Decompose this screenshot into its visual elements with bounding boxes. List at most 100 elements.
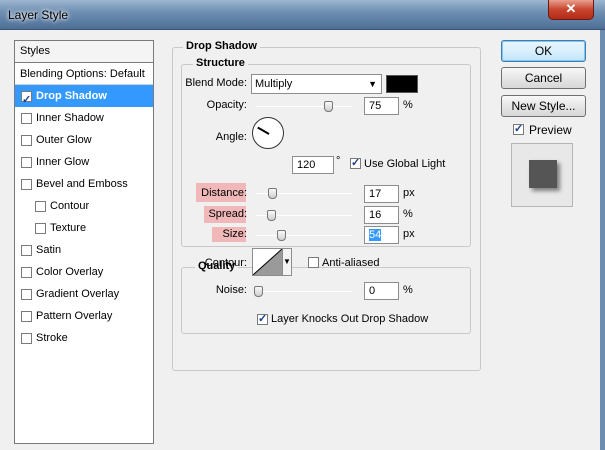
structure-title: Structure xyxy=(193,57,248,69)
ok-button[interactable]: OK xyxy=(501,40,586,62)
opacity-field[interactable]: 75 xyxy=(364,97,399,115)
chevron-down-icon[interactable]: ▼ xyxy=(282,249,291,275)
style-item-contour[interactable]: Contour xyxy=(15,195,153,217)
style-item-label: Stroke xyxy=(36,332,68,344)
spread-slider[interactable] xyxy=(256,210,352,221)
style-item-label: Gradient Overlay xyxy=(36,288,120,300)
style-item-label: Satin xyxy=(36,244,62,256)
layer-knocks-out-checkbox[interactable] xyxy=(257,312,268,325)
style-item-color-overlay[interactable]: Color Overlay xyxy=(15,261,153,283)
style-item-checkbox[interactable] xyxy=(21,332,32,344)
noise-unit: % xyxy=(403,284,413,296)
preview-label[interactable]: Preview xyxy=(529,123,572,137)
style-item-checkbox[interactable] xyxy=(21,89,32,111)
title-bar: Layer Style ✕ xyxy=(0,0,605,30)
spread-unit: % xyxy=(403,208,413,220)
angle-unit: ° xyxy=(336,155,341,167)
noise-label: Noise: xyxy=(215,284,247,296)
styles-header[interactable]: Styles xyxy=(15,41,153,63)
styles-list: Styles Blending Options: Default Drop Sh… xyxy=(14,40,154,444)
preview-thumbnail xyxy=(511,143,573,207)
preview-checkbox[interactable] xyxy=(513,122,524,135)
style-item-checkbox[interactable] xyxy=(21,112,32,124)
style-item-pattern-overlay[interactable]: Pattern Overlay xyxy=(15,305,153,327)
blending-options-item[interactable]: Blending Options: Default xyxy=(15,63,153,85)
drop-shadow-title: Drop Shadow xyxy=(183,40,260,52)
style-item-texture[interactable]: Texture xyxy=(15,217,153,239)
style-item-bevel-and-emboss[interactable]: Bevel and Emboss xyxy=(15,173,153,195)
layer-knocks-out-label[interactable]: Layer Knocks Out Drop Shadow xyxy=(271,313,428,325)
chevron-down-icon: ▼ xyxy=(368,79,377,89)
opacity-slider-thumb[interactable] xyxy=(324,101,333,112)
style-item-label: Drop Shadow xyxy=(36,90,107,102)
angle-input[interactable]: 120 xyxy=(292,156,334,174)
style-item-label: Bevel and Emboss xyxy=(36,178,128,190)
spread-field[interactable]: 16 xyxy=(364,206,399,224)
style-item-checkbox[interactable] xyxy=(35,200,46,212)
noise-slider[interactable] xyxy=(254,286,352,297)
distance-slider[interactable] xyxy=(256,188,352,199)
size-label: Size: xyxy=(222,228,247,240)
style-item-label: Contour xyxy=(50,200,90,212)
blend-mode-select[interactable]: Multiply ▼ xyxy=(251,74,382,94)
close-icon: ✕ xyxy=(565,1,577,16)
shadow-color-swatch[interactable] xyxy=(386,75,418,93)
distance-label: Distance: xyxy=(201,187,247,199)
cancel-button[interactable]: Cancel xyxy=(501,67,586,89)
angle-label: Angle: xyxy=(215,131,247,143)
use-global-light-label[interactable]: Use Global Light xyxy=(364,158,445,170)
style-item-label: Inner Glow xyxy=(36,156,90,168)
distance-unit: px xyxy=(403,187,415,199)
window-title: Layer Style xyxy=(8,8,69,22)
contour-curve-icon xyxy=(253,249,282,275)
distance-field[interactable]: 17 xyxy=(364,185,399,203)
opacity-slider[interactable] xyxy=(256,101,352,112)
preview-square xyxy=(529,160,557,188)
style-item-label: Inner Shadow xyxy=(36,112,104,124)
style-item-checkbox[interactable] xyxy=(21,310,32,322)
anti-aliased-label[interactable]: Anti-aliased xyxy=(322,257,379,269)
use-global-light-checkbox[interactable] xyxy=(350,156,361,169)
style-item-label: Pattern Overlay xyxy=(36,310,113,322)
opacity-unit: % xyxy=(403,99,413,111)
size-value-selected: 54 xyxy=(369,229,382,241)
opacity-label: Opacity: xyxy=(206,99,247,111)
style-item-stroke[interactable]: Stroke xyxy=(15,327,153,349)
style-item-outer-glow[interactable]: Outer Glow xyxy=(15,129,153,151)
style-item-label: Outer Glow xyxy=(36,134,92,146)
size-slider-thumb[interactable] xyxy=(277,230,286,241)
style-item-satin[interactable]: Satin xyxy=(15,239,153,261)
size-unit: px xyxy=(403,228,415,240)
style-item-inner-glow[interactable]: Inner Glow xyxy=(15,151,153,173)
spread-slider-thumb[interactable] xyxy=(267,210,276,221)
blend-mode-label: Blend Mode: xyxy=(185,77,247,89)
noise-field[interactable]: 0 xyxy=(364,282,399,300)
style-item-label: Texture xyxy=(50,222,87,234)
style-item-checkbox[interactable] xyxy=(35,222,46,234)
size-field[interactable]: 54 xyxy=(364,226,399,244)
style-item-checkbox[interactable] xyxy=(21,244,32,256)
window-border xyxy=(600,30,605,450)
spread-label: Spread: xyxy=(208,208,247,220)
close-button[interactable]: ✕ xyxy=(548,0,594,20)
angle-dial[interactable] xyxy=(252,117,284,149)
contour-label: Contour: xyxy=(204,257,247,269)
anti-aliased-checkbox[interactable] xyxy=(308,257,319,268)
style-item-drop-shadow[interactable]: Drop Shadow xyxy=(15,85,153,111)
style-item-checkbox[interactable] xyxy=(21,266,32,278)
angle-dial-needle xyxy=(257,126,270,135)
style-item-gradient-overlay[interactable]: Gradient Overlay xyxy=(15,283,153,305)
style-item-label: Color Overlay xyxy=(36,266,104,278)
style-item-checkbox[interactable] xyxy=(21,134,32,146)
distance-slider-thumb[interactable] xyxy=(268,188,277,199)
contour-picker[interactable]: ▼ xyxy=(252,248,292,276)
style-item-inner-shadow[interactable]: Inner Shadow xyxy=(15,107,153,129)
noise-slider-thumb[interactable] xyxy=(254,286,263,297)
style-item-checkbox[interactable] xyxy=(21,178,32,190)
size-slider[interactable] xyxy=(256,230,352,241)
style-item-checkbox[interactable] xyxy=(21,288,32,300)
layer-style-dialog: Styles Blending Options: Default Drop Sh… xyxy=(0,30,600,450)
style-item-checkbox[interactable] xyxy=(21,156,32,168)
blend-mode-value: Multiply xyxy=(255,78,293,90)
new-style-button[interactable]: New Style... xyxy=(501,95,586,117)
